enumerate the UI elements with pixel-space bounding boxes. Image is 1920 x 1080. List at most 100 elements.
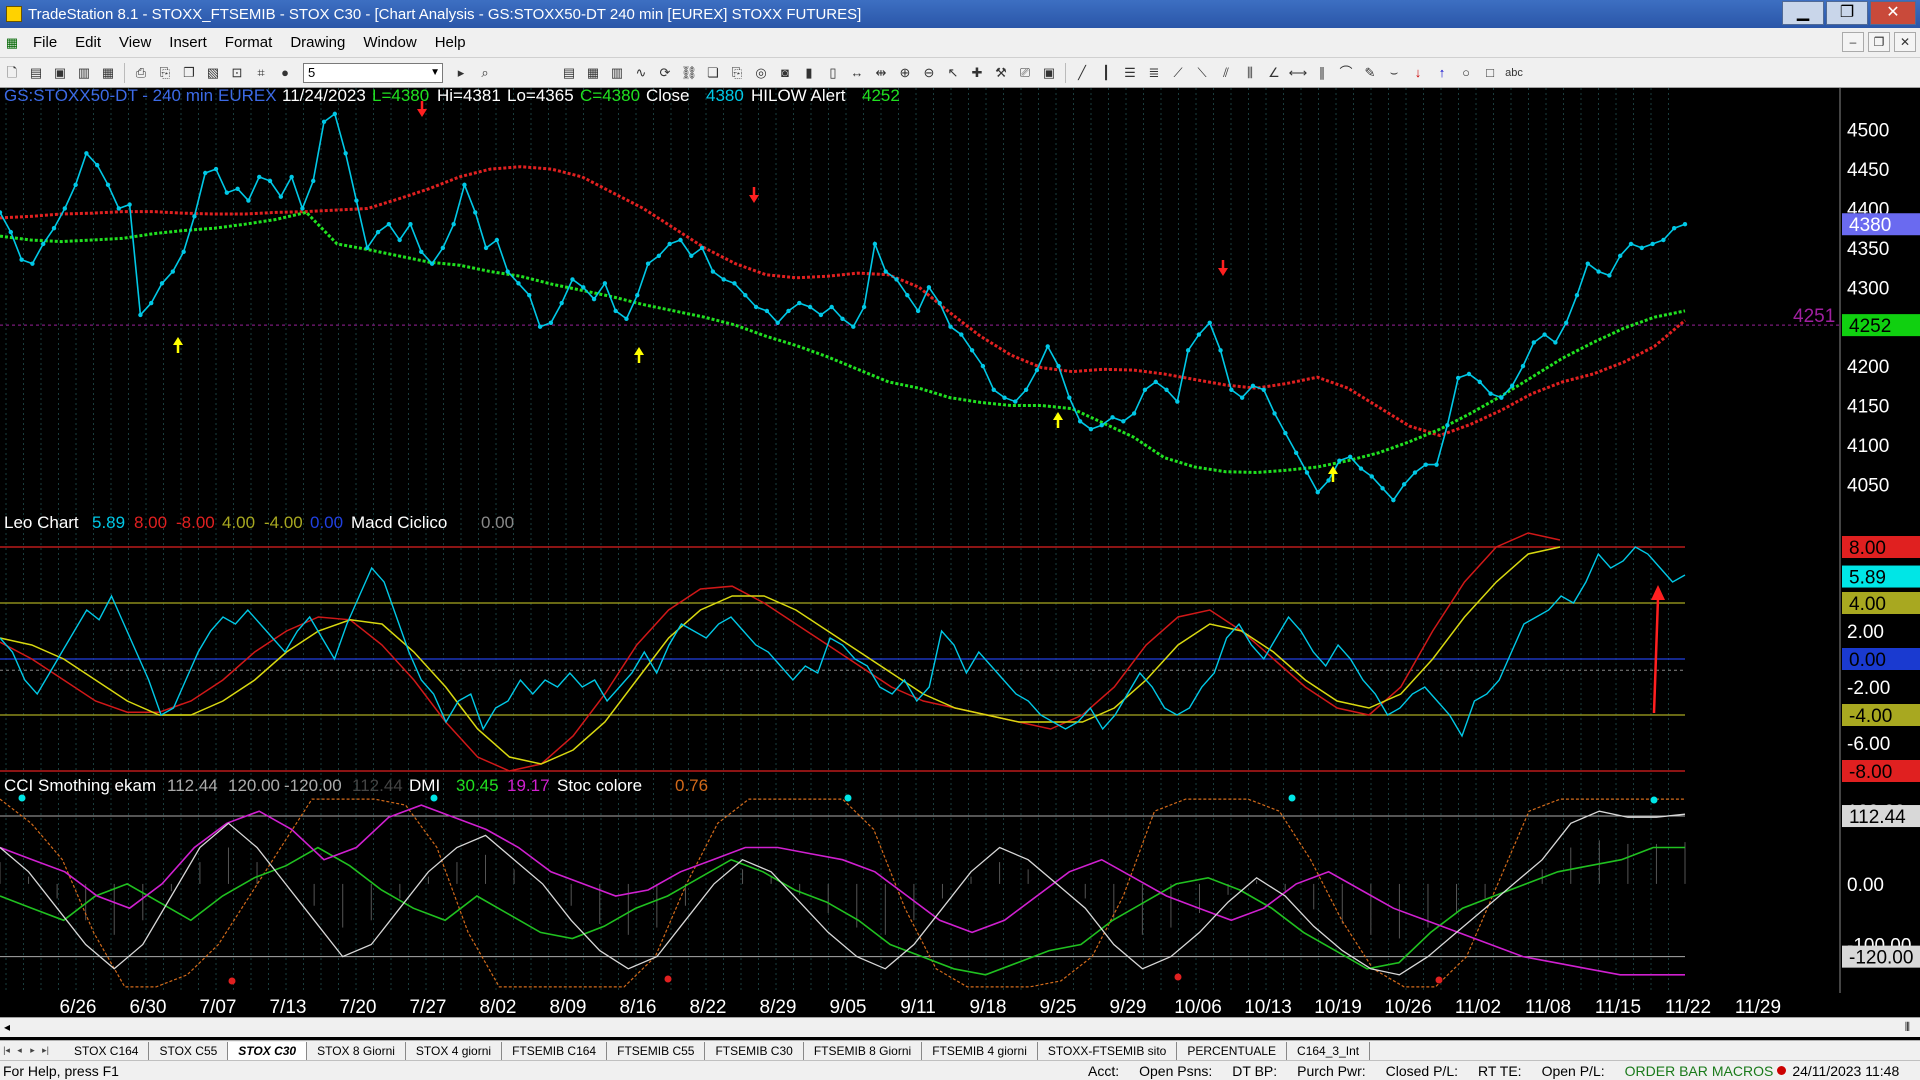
tab-stox-c164[interactable]: STOX C164: [64, 1041, 150, 1060]
menu-insert[interactable]: Insert: [160, 34, 216, 51]
mdi-minimize-button[interactable]: ‒: [1842, 32, 1864, 52]
zoom-out-icon[interactable]: ⊖: [919, 63, 939, 83]
tab-stox-c30[interactable]: STOX C30: [228, 1041, 308, 1060]
copy-icon[interactable]: ❐: [179, 63, 199, 83]
tab-next-icon[interactable]: ▸: [26, 1045, 39, 1056]
zoom-in-icon[interactable]: ⊕: [895, 63, 915, 83]
tab-percentuale[interactable]: PERCENTUALE: [1177, 1041, 1288, 1060]
pointer-icon[interactable]: ↖: [943, 63, 963, 83]
tab-ftsemib-8-giorni[interactable]: FTSEMIB 8 Giorni: [804, 1041, 923, 1060]
mdi-close-button[interactable]: ✕: [1894, 32, 1916, 52]
parallel-icon[interactable]: ∥: [1312, 63, 1332, 83]
paste-icon[interactable]: ▧: [203, 63, 223, 83]
speed-line-icon[interactable]: ⟍: [1192, 63, 1212, 83]
candle-icon[interactable]: ▯: [823, 63, 843, 83]
matrix-icon[interactable]: ◙: [775, 63, 795, 83]
save-icon[interactable]: ▦: [98, 63, 118, 83]
interval-select[interactable]: 5 ▼: [303, 62, 443, 83]
insert-indicator-icon[interactable]: ✚: [967, 63, 987, 83]
curve-icon[interactable]: ⌣: [1384, 63, 1404, 83]
down-arrow-icon[interactable]: ↓: [1408, 63, 1428, 83]
menu-window[interactable]: Window: [354, 34, 425, 51]
price-line-point: [192, 214, 197, 219]
print-preview-icon[interactable]: ⎘: [155, 63, 175, 83]
table-icon[interactable]: ▤: [559, 63, 579, 83]
new-window-icon[interactable]: ▣: [50, 63, 70, 83]
tab-ftsemib-4-giorni[interactable]: FTSEMIB 4 giorni: [922, 1041, 1038, 1060]
cycle-icon[interactable]: ⟳: [655, 63, 675, 83]
tab-stox-4-giorni[interactable]: STOX 4 giorni: [406, 1041, 503, 1060]
workspace-icon[interactable]: ▥: [74, 63, 94, 83]
gann-icon[interactable]: ⟋: [1168, 63, 1188, 83]
trendline-icon[interactable]: ╱: [1072, 63, 1092, 83]
radar-icon[interactable]: ◎: [751, 63, 771, 83]
arrow-lr-icon[interactable]: ⟷: [1288, 63, 1308, 83]
calc-icon[interactable]: ▥: [607, 63, 627, 83]
tab-ftsemib-c55[interactable]: FTSEMIB C55: [607, 1041, 706, 1060]
tab-c164-3-int[interactable]: C164_3_Int: [1287, 1041, 1371, 1060]
mdi-restore-button[interactable]: ❐: [1868, 32, 1890, 52]
macros-button[interactable]: MACROS: [1712, 1063, 1773, 1079]
scroll-left-icon[interactable]: ◂: [4, 1020, 10, 1034]
chart-analysis-window[interactable]: 6/26 6/30 7/07 7/13 7/20 7/27 8/02 8/09 8/16 8/22…: [0, 88, 1920, 1028]
bars-icon[interactable]: ▮: [799, 63, 819, 83]
horizontal-scrollbar[interactable]: ◂ ⦀: [0, 1017, 1920, 1037]
strategy-icon[interactable]: ▣: [1039, 63, 1059, 83]
chart-svg[interactable]: 6/26 6/30 7/07 7/13 7/20 7/27 8/02 8/09 8/16 8/22…: [0, 88, 1920, 1018]
play-icon[interactable]: ▸: [451, 63, 471, 83]
close-button[interactable]: ✕: [1870, 1, 1916, 25]
expand-icon[interactable]: ⇹: [871, 63, 891, 83]
rectangle-icon[interactable]: □: [1480, 63, 1500, 83]
wave-icon[interactable]: ∿: [631, 63, 651, 83]
menu-edit[interactable]: Edit: [66, 34, 110, 51]
find-icon[interactable]: ⌕: [475, 63, 495, 83]
tools-icon[interactable]: ⚒: [991, 63, 1011, 83]
tab-ftsemib-c30[interactable]: FTSEMIB C30: [705, 1041, 804, 1060]
maximize-button[interactable]: ❐: [1826, 1, 1868, 25]
tab-prev-icon[interactable]: ◂: [13, 1045, 26, 1056]
up-arrow-icon[interactable]: ↑: [1432, 63, 1452, 83]
toolbar: 🗋 ▤ ▣ ▥ ▦ ⎙ ⎘ ❐ ▧ ⊡ ⌗ ● 5 ▼ ▸ ⌕ ▤ ▦ ▥ ∿ ⟳…: [0, 58, 1920, 88]
menu-format[interactable]: Format: [216, 34, 282, 51]
menu-view[interactable]: View: [110, 34, 160, 51]
price-line-point: [1239, 395, 1245, 400]
tab-stox-c55[interactable]: STOX C55: [149, 1041, 229, 1060]
tab-stox-8-giorni[interactable]: STOX 8 Giorni: [307, 1041, 406, 1060]
grid-icon[interactable]: ▦: [583, 63, 603, 83]
print-icon[interactable]: ⎙: [131, 63, 151, 83]
format-icon[interactable]: ⎚: [1015, 63, 1035, 83]
angle-icon[interactable]: ∠: [1264, 63, 1284, 83]
minimize-button[interactable]: ▁: [1782, 1, 1824, 25]
window-icon[interactable]: ❏: [703, 63, 723, 83]
price-line-point: [991, 387, 996, 392]
colors-icon[interactable]: ●: [275, 63, 295, 83]
ellipse-icon[interactable]: ○: [1456, 63, 1476, 83]
scroll-grip-icon[interactable]: ⦀: [1905, 1020, 1910, 1035]
andrew-icon[interactable]: ⫽: [1216, 63, 1236, 83]
menu-file[interactable]: File: [24, 34, 66, 51]
compress-icon[interactable]: ↔: [847, 63, 867, 83]
fib-icon[interactable]: ≣: [1144, 63, 1164, 83]
tab-ftsemib-c164[interactable]: FTSEMIB C164: [502, 1041, 608, 1060]
chart-icon[interactable]: ⌗: [251, 63, 271, 83]
text-icon[interactable]: abc: [1504, 63, 1524, 83]
menu-help[interactable]: Help: [426, 34, 475, 51]
new-file-icon[interactable]: 🗋: [2, 63, 22, 83]
menu-drawing[interactable]: Drawing: [281, 34, 354, 51]
cci-header-text: CCI Smothing ekam: [4, 776, 156, 795]
link-icon[interactable]: ⛓: [679, 63, 699, 83]
arc-icon[interactable]: ⌒: [1336, 63, 1356, 83]
scan-icon[interactable]: ⎘: [727, 63, 747, 83]
channel-icon[interactable]: ⫼: [1240, 63, 1260, 83]
horizontal-line-icon[interactable]: ☰: [1120, 63, 1140, 83]
lock-icon[interactable]: ⊡: [227, 63, 247, 83]
pen-icon[interactable]: ✎: [1360, 63, 1380, 83]
order-bar-button[interactable]: ORDER BAR: [1625, 1063, 1708, 1079]
vertical-line-icon[interactable]: ┃: [1096, 63, 1116, 83]
tab-stoxx-ftsemib-sito[interactable]: STOXX-FTSEMIB sito: [1038, 1041, 1178, 1060]
tab-last-icon[interactable]: ▸|: [39, 1045, 52, 1056]
chart-window-icon[interactable]: ▦: [2, 33, 22, 53]
tab-first-icon[interactable]: |◂: [0, 1045, 13, 1056]
open-icon[interactable]: ▤: [26, 63, 46, 83]
price-line-point: [289, 174, 294, 180]
